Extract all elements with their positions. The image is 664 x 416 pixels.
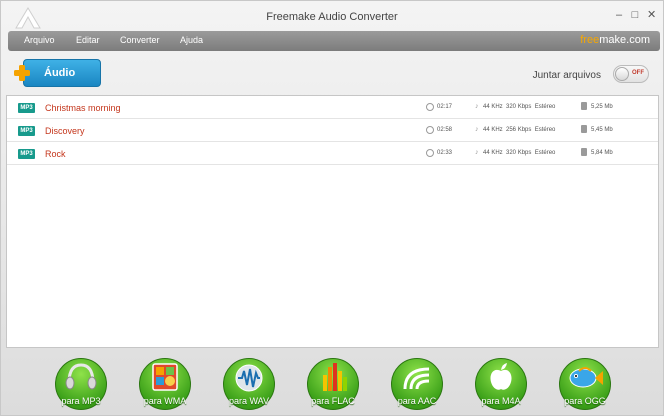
- app-window: Freemake Audio Converter – □ ✕ Arquivo E…: [0, 0, 664, 416]
- headphones-icon: [65, 363, 97, 390]
- track-size: 5,84 Mb: [591, 150, 613, 156]
- music-note-icon: ♪: [475, 126, 479, 133]
- window-title: Freemake Audio Converter: [266, 11, 398, 23]
- add-audio-button[interactable]: Áudio: [23, 59, 101, 87]
- plus-icon: [14, 65, 30, 81]
- menu-ajuda[interactable]: Ajuda: [180, 35, 203, 45]
- toggle-state: OFF: [632, 70, 644, 76]
- menu-arquivo[interactable]: Arquivo: [24, 35, 55, 45]
- track-meta: 44 KHz 320 Kbps Estéreo: [483, 104, 556, 110]
- brand-free: free: [580, 34, 600, 46]
- music-note-icon: ♪: [475, 149, 479, 156]
- close-button[interactable]: ✕: [647, 9, 656, 21]
- minimize-button[interactable]: –: [615, 9, 623, 21]
- file-icon: [581, 148, 587, 156]
- to-wma-button[interactable]: para WMA: [137, 357, 193, 413]
- table-row[interactable]: MP3 Rock 02:33 ♪ 44 KHz 320 Kbps Estéreo…: [7, 142, 658, 165]
- clock-icon: [426, 149, 434, 157]
- format-buttons: para MP3 para WMA para WAV para FLAC par…: [53, 357, 613, 413]
- track-meta: 44 KHz 256 Kbps Estéreo: [483, 127, 556, 133]
- to-m4a-button[interactable]: para M4A: [473, 357, 529, 413]
- to-ogg-button[interactable]: para OGG: [557, 357, 613, 413]
- track-name: Discovery: [45, 126, 85, 136]
- music-note-icon: ♪: [475, 103, 479, 110]
- clock-icon: [426, 126, 434, 134]
- track-size: 5,25 Mb: [591, 104, 613, 110]
- maximize-button[interactable]: □: [631, 9, 639, 21]
- track-duration: 02:58: [437, 127, 453, 133]
- to-wav-button[interactable]: para WAV: [221, 357, 277, 413]
- file-list[interactable]: MP3 Christmas morning 02:17 ♪ 44 KHz 320…: [6, 95, 659, 348]
- format-badge: MP3: [18, 103, 35, 113]
- to-mp3-button[interactable]: para MP3: [53, 357, 109, 413]
- apple-icon: [490, 363, 512, 390]
- join-files-toggle[interactable]: OFF: [613, 65, 649, 83]
- window-controls: – □ ✕: [615, 9, 656, 21]
- track-size: 5,45 Mb: [591, 127, 613, 133]
- format-label: para FLAC: [311, 396, 355, 406]
- format-label: para M4A: [481, 396, 521, 406]
- file-icon: [581, 125, 587, 133]
- aac-waves-icon: [403, 367, 430, 390]
- table-row[interactable]: MP3 Discovery 02:58 ♪ 44 KHz 256 Kbps Es…: [7, 119, 658, 142]
- waveform-icon: [235, 364, 263, 392]
- format-label: para WAV: [228, 396, 269, 406]
- format-badge: MP3: [18, 149, 35, 159]
- join-files-label: Juntar arquivos: [532, 70, 601, 81]
- to-flac-button[interactable]: para FLAC: [305, 357, 361, 413]
- menu-editar[interactable]: Editar: [76, 35, 100, 45]
- format-badge: MP3: [18, 126, 35, 136]
- track-meta: 44 KHz 320 Kbps Estéreo: [483, 150, 556, 156]
- fish-icon: [569, 367, 603, 388]
- track-duration: 02:33: [437, 150, 453, 156]
- format-label: para WMA: [143, 396, 187, 406]
- track-duration: 02:17: [437, 104, 453, 110]
- toggle-knob: [615, 67, 629, 81]
- track-name: Rock: [45, 149, 66, 159]
- format-label: para MP3: [61, 396, 101, 406]
- clock-icon: [426, 103, 434, 111]
- format-label: para AAC: [397, 396, 437, 406]
- brand-link[interactable]: freemake.com: [580, 34, 650, 46]
- table-row[interactable]: MP3 Christmas morning 02:17 ♪ 44 KHz 320…: [7, 96, 658, 119]
- add-audio-control[interactable]: Áudio: [13, 59, 101, 89]
- brand-rest: make.com: [599, 34, 650, 46]
- menu-converter[interactable]: Converter: [120, 35, 160, 45]
- format-label: para OGG: [564, 396, 606, 406]
- menu-bar: Arquivo Editar Converter Ajuda freemake.…: [8, 31, 660, 51]
- windows-media-icon: [152, 363, 178, 391]
- to-aac-button[interactable]: para AAC: [389, 357, 445, 413]
- track-name: Christmas morning: [45, 103, 121, 113]
- file-icon: [581, 102, 587, 110]
- equalizer-icon: [323, 363, 347, 391]
